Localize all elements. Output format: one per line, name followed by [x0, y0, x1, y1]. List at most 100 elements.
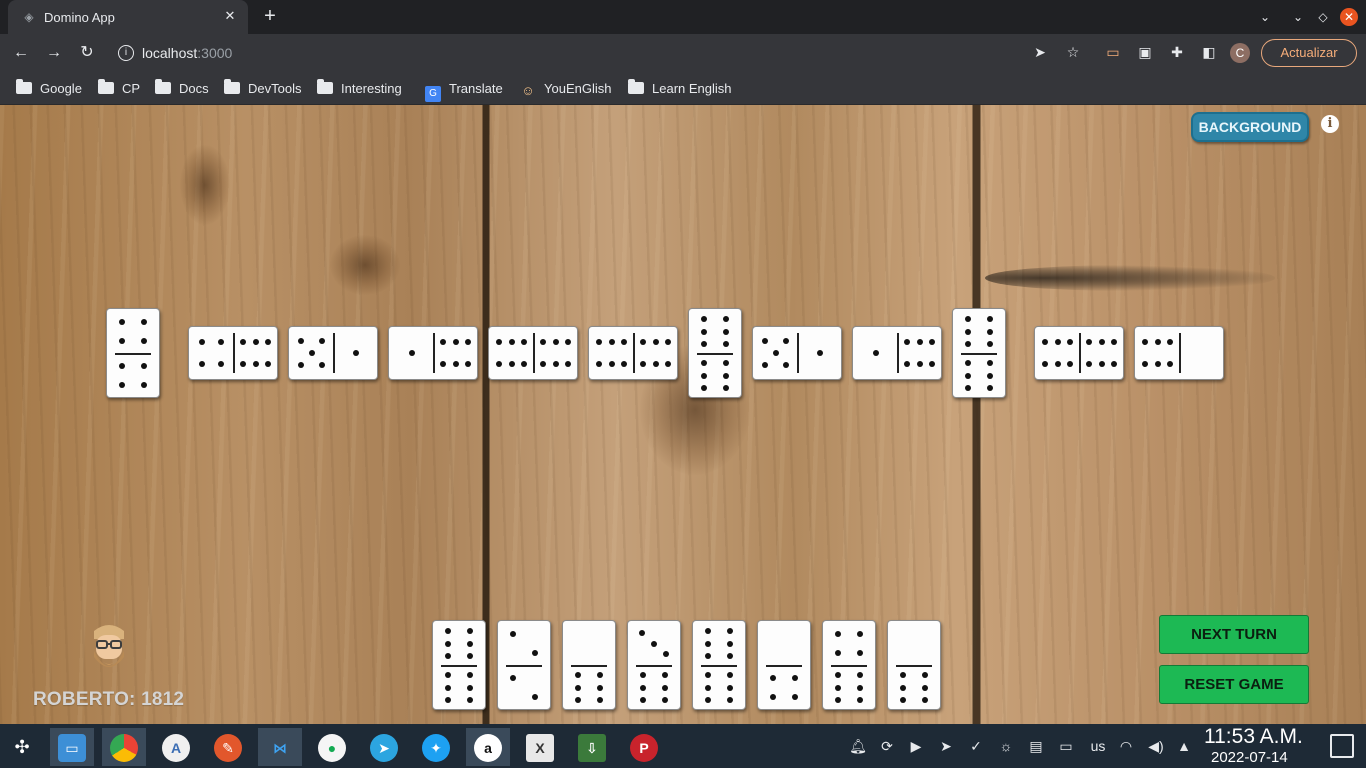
domino-pip — [440, 338, 447, 345]
profile-avatar[interactable]: C — [1230, 43, 1250, 63]
background-button[interactable]: BACKGROUND — [1191, 112, 1309, 142]
site-info-icon[interactable]: i — [118, 45, 134, 61]
pinterest-icon[interactable]: P — [622, 728, 666, 766]
vpn-icon[interactable]: ✓ — [966, 736, 986, 756]
notifications-icon[interactable]: 🔔︎ — [848, 736, 868, 756]
downloader-icon[interactable]: ⇩ — [570, 728, 614, 766]
domino-pip — [532, 649, 539, 656]
clock-date[interactable]: 2022-07-14 — [1211, 749, 1288, 766]
bookmark-interesting[interactable]: Interesting — [317, 79, 402, 98]
send-icon[interactable]: ➤ — [1030, 42, 1050, 62]
domino-pip — [444, 672, 451, 679]
hand-domino[interactable] — [757, 620, 811, 710]
night-light-icon[interactable]: ☼ — [996, 736, 1016, 756]
bookmark-google[interactable]: Google — [16, 79, 82, 98]
update-button[interactable]: Actualizar — [1261, 39, 1357, 67]
chrome-icon[interactable] — [102, 728, 146, 766]
extensions-puzzle-icon[interactable]: ✚ — [1167, 42, 1187, 62]
domino-pip — [608, 361, 615, 368]
domino-pip — [652, 361, 659, 368]
domino-pip — [928, 361, 935, 368]
hand-domino[interactable] — [627, 620, 681, 710]
browser-toolbar: ← → ↻ i localhost:3000 ➤ ☆ ▭ ▣ ✚ ◧ C Act… — [0, 34, 1366, 72]
hand-domino[interactable] — [432, 620, 486, 710]
hand-domino[interactable] — [692, 620, 746, 710]
tab-search-icon[interactable]: ⌄ — [1256, 8, 1274, 26]
files-icon[interactable]: ▭ — [50, 728, 94, 766]
window-minimize-icon[interactable]: ⌄ — [1289, 8, 1307, 26]
domino-pip — [118, 363, 125, 370]
domino-divider — [701, 665, 737, 667]
domino-pip — [1166, 338, 1173, 345]
forward-icon[interactable]: → — [43, 42, 65, 64]
domino-divider — [233, 333, 235, 373]
clipboard-icon[interactable]: ▤ — [1026, 736, 1046, 756]
browser-tab[interactable]: ◈ Domino App ✕ — [8, 0, 248, 34]
domino-pip — [640, 338, 647, 345]
wifi-icon[interactable]: ◠ — [1116, 736, 1136, 756]
telegram-tray-icon[interactable]: ➤ — [936, 736, 956, 756]
domino-divider — [697, 353, 733, 355]
inkscape-icon[interactable]: ✎ — [206, 728, 250, 766]
domino-pip — [264, 361, 271, 368]
keyboard-layout[interactable]: us — [1085, 736, 1111, 756]
bookmark-devtools[interactable]: DevTools — [224, 79, 301, 98]
bookmark-cp[interactable]: CP — [98, 79, 140, 98]
window-maximize-icon[interactable]: ◇ — [1314, 8, 1332, 26]
domino-pip — [240, 361, 247, 368]
browser-titlebar: ◈ Domino App ✕ + ⌄ ⌄ ◇ ✕ — [0, 0, 1366, 34]
reload-icon[interactable]: ↻ — [76, 42, 98, 64]
xournal-icon[interactable]: X — [518, 728, 562, 766]
bookmarks-bar: Google CP Docs DevTools Interesting G Tra… — [0, 72, 1366, 105]
hand-domino[interactable] — [562, 620, 616, 710]
mongodb-compass-icon[interactable]: ● — [310, 728, 354, 766]
launcher-icon[interactable]: ✣ — [0, 728, 44, 766]
anydesk-icon[interactable]: a — [466, 728, 510, 766]
side-panel-icon[interactable]: ◧ — [1199, 42, 1219, 62]
twitter-icon[interactable]: ✦ — [414, 728, 458, 766]
domino-pip — [727, 628, 734, 635]
bookmark-docs[interactable]: Docs — [155, 79, 209, 98]
bookmark-learn-english[interactable]: Learn English — [628, 79, 732, 98]
domino-pip — [723, 384, 730, 391]
reset-game-button[interactable]: RESET GAME — [1159, 665, 1309, 704]
hand-domino[interactable] — [497, 620, 551, 710]
tray-expand-icon[interactable]: ▲ — [1174, 736, 1194, 756]
domino-pip — [141, 381, 148, 388]
domino-pip — [496, 338, 503, 345]
domino-pip — [467, 684, 474, 691]
hand-domino[interactable] — [822, 620, 876, 710]
back-icon[interactable]: ← — [10, 42, 32, 64]
domino-pip — [444, 640, 451, 647]
domino-pip — [857, 696, 864, 703]
bookmark-star-icon[interactable]: ☆ — [1063, 42, 1083, 62]
telegram-icon[interactable]: ➤ — [362, 728, 406, 766]
show-desktop-icon[interactable] — [1330, 734, 1354, 758]
clock-time[interactable]: 11:53 A.M. — [1204, 725, 1303, 749]
hand-domino[interactable] — [887, 620, 941, 710]
domino-pip — [723, 360, 730, 367]
media-player-icon[interactable]: ▶ — [906, 736, 926, 756]
next-turn-button[interactable]: NEXT TURN — [1159, 615, 1309, 654]
new-tab-button[interactable]: + — [258, 5, 282, 29]
android-studio-icon[interactable]: A — [154, 728, 198, 766]
tab-close-icon[interactable]: ✕ — [222, 8, 238, 24]
domino-pip — [922, 684, 929, 691]
volume-icon[interactable]: ◀) — [1146, 736, 1166, 756]
domino-pip — [651, 640, 657, 647]
bookmark-translate[interactable]: G Translate — [425, 80, 503, 102]
domino-pip — [444, 684, 451, 691]
bookmark-youenglish[interactable]: ☺ YouEnGlish — [520, 80, 611, 98]
battery-icon[interactable]: ▭ — [1056, 736, 1076, 756]
window-close-icon[interactable]: ✕ — [1340, 8, 1358, 26]
address-bar[interactable]: i localhost:3000 — [108, 38, 1108, 68]
domino-pip — [1098, 361, 1105, 368]
rss-extension-icon[interactable]: ▭ — [1103, 42, 1123, 62]
vscode-icon[interactable]: ⋈ — [258, 728, 302, 766]
updates-icon[interactable]: ⟳ — [877, 736, 897, 756]
info-icon[interactable]: i — [1321, 115, 1339, 133]
domino-pip — [252, 338, 259, 345]
folder-icon — [155, 79, 171, 94]
pip-extension-icon[interactable]: ▣ — [1135, 42, 1155, 62]
domino-pip — [834, 649, 841, 656]
